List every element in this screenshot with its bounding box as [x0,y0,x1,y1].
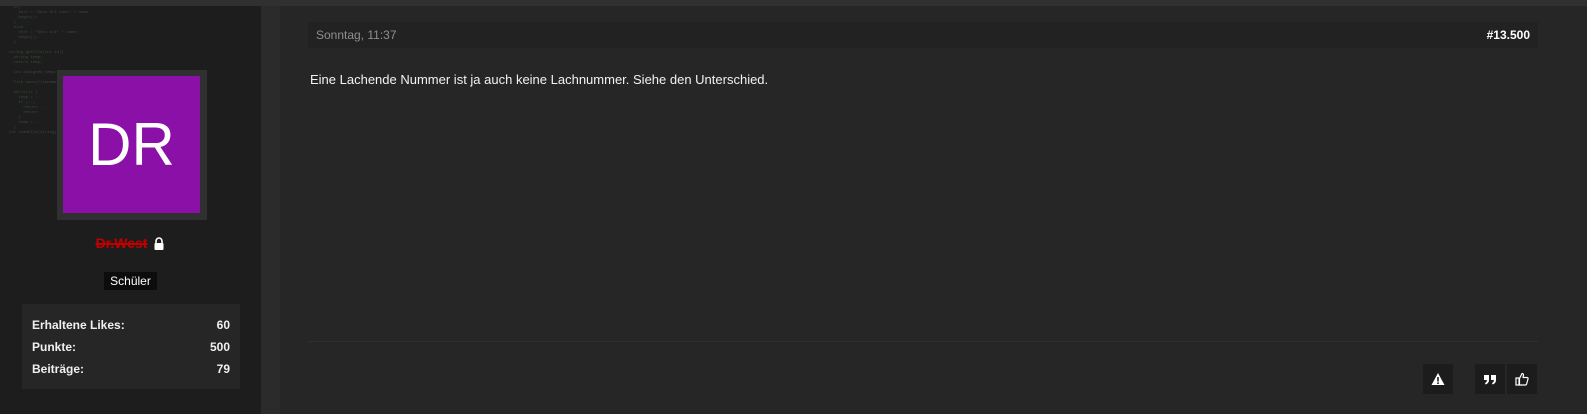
avatar[interactable]: DR [63,76,200,213]
post-text: Eine Lachende Nummer ist ja auch keine L… [310,72,769,87]
role-label: Schüler [104,272,157,290]
post-content-area: Sonntag, 11:37 #13.500 Eine Lachende Num… [280,6,1587,414]
column-divider [261,6,280,414]
username-row: Dr.West [0,235,261,251]
post-date-link[interactable]: Sonntag, 11:37 [316,28,397,42]
username-link[interactable]: Dr.West [96,235,148,251]
like-button[interactable] [1507,364,1537,394]
thumbs-up-icon [1515,372,1529,386]
post-footer-divider [308,341,1538,342]
stat-value: 500 [209,340,230,354]
stat-value: 60 [216,318,230,332]
stat-row: Erhaltene Likes: 60 [32,318,230,340]
user-sidebar: if( text = "Kein Ort kann" + name begin(… [0,6,261,414]
warning-icon [1431,373,1445,385]
stat-label: Punkte: [32,340,77,354]
post-number-link[interactable]: #13.500 [1487,28,1530,42]
stat-row: Punkte: 500 [32,340,230,362]
post-header: Sonntag, 11:37 #13.500 [308,22,1538,48]
stat-value: 79 [216,362,230,376]
stat-label: Erhaltene Likes: [32,318,125,332]
quote-button[interactable] [1475,364,1505,394]
stat-row: Beiträge: 79 [32,362,230,384]
quote-icon [1484,375,1496,385]
user-role-badge: Schüler [0,272,261,290]
report-button[interactable] [1423,364,1453,394]
lock-icon [154,236,164,250]
stat-label: Beiträge: [32,362,85,376]
user-stats: Erhaltene Likes: 60 Punkte: 500 Beiträge… [22,304,240,389]
avatar-frame: DR [57,70,207,220]
